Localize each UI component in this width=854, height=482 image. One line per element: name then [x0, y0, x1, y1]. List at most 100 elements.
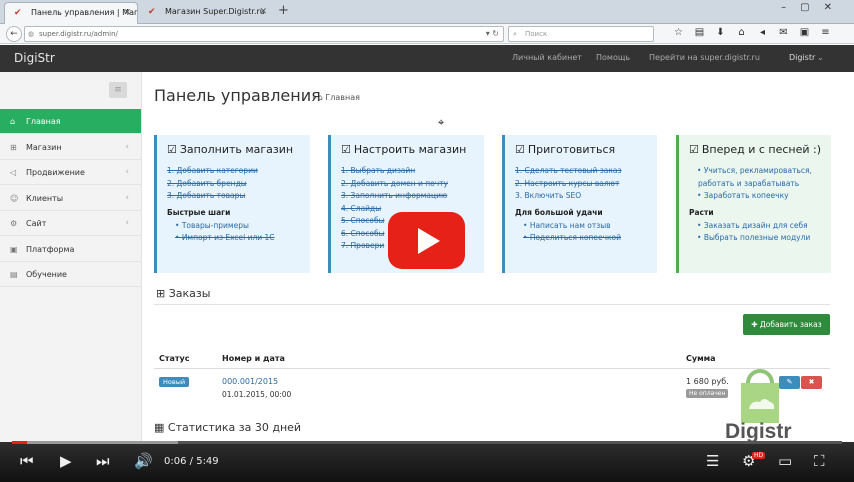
- brand-logo[interactable]: DigiStr: [14, 51, 55, 65]
- youtube-play-button[interactable]: [388, 212, 465, 269]
- card-fill-shop: ☑ Заполнить магазин 1. Добавить категории…: [154, 135, 310, 273]
- card-quick-link-text: Импорт из Excel или 1С: [181, 233, 275, 242]
- chevron-down-icon[interactable]: ⌄: [817, 53, 824, 62]
- card-quick-link[interactable]: • Импорт из Excel или 1С: [167, 232, 310, 245]
- card-get-ready: ☑ Приготовиться 1. Сделать тестовый заказ…: [502, 135, 657, 273]
- card-title: ☑ Заполнить магазин: [167, 143, 310, 156]
- card-quick-link[interactable]: • Написать нам отзыв: [515, 220, 657, 233]
- fullscreen-icon[interactable]: ⛶: [814, 452, 825, 470]
- subtitles-icon[interactable]: ☰: [706, 452, 719, 470]
- close-tab-icon[interactable]: ✕: [259, 2, 267, 22]
- card-quick-link-text: Товары-примеры: [181, 220, 249, 230]
- card-title: ☑ Вперед и с песней :): [689, 143, 831, 156]
- card-step-link[interactable]: 2. Настроить курсы валют: [515, 178, 657, 191]
- browser-tab-shop[interactable]: ✔ Магазин Super.Digistr.ru ✕: [139, 2, 273, 24]
- header-link-help[interactable]: Помощь: [596, 53, 630, 62]
- search-icon: ⌕: [513, 30, 517, 38]
- theater-mode-icon[interactable]: ▭: [778, 452, 792, 470]
- card-step-link[interactable]: 3. Заполнить информацию: [341, 190, 484, 203]
- chevron-left-icon: ‹: [125, 167, 129, 177]
- pocket-icon[interactable]: ▣: [794, 27, 815, 38]
- downloads-icon[interactable]: ⬇: [710, 27, 731, 38]
- card-step-link[interactable]: 2. Добавить домен и почту: [341, 178, 484, 191]
- reading-list-icon[interactable]: ▤: [689, 27, 710, 38]
- sidebar-item-site[interactable]: ⚙ Сайт ‹: [0, 211, 141, 236]
- next-icon[interactable]: ⏭: [96, 452, 110, 470]
- card-step-link[interactable]: 1. Добавить категории: [167, 165, 310, 178]
- card-step-link[interactable]: 1. Выбрать дизайн: [341, 165, 484, 178]
- card-step-link[interactable]: 1. Сделать тестовый заказ: [515, 165, 657, 178]
- card-title-text: Заполнить магазин: [179, 143, 294, 156]
- sidebar-item-home[interactable]: ⌂ Главная: [0, 109, 141, 134]
- cart-icon: ⊞: [10, 143, 17, 152]
- share-icon[interactable]: ◂: [752, 27, 773, 38]
- card-step-link[interactable]: • Заработать копеечку: [689, 190, 831, 203]
- new-tab-icon[interactable]: +: [278, 3, 289, 18]
- book-icon: ▤: [10, 270, 18, 279]
- browser-search-input[interactable]: ⌕ Поиск: [508, 26, 654, 42]
- card-quick-link[interactable]: • Товары-примеры: [167, 220, 310, 233]
- sidebar-item-label: Платформа: [26, 245, 75, 254]
- chevron-left-icon: ‹: [125, 142, 129, 152]
- card-step-link[interactable]: работать и зарабатывать: [689, 178, 831, 191]
- browser-tab-admin[interactable]: ✔ Панель управления | Мага... ✕: [4, 2, 138, 24]
- users-icon: ☺: [10, 194, 19, 203]
- add-order-label: Добавить заказ: [759, 320, 822, 329]
- sidebar-item-promotion[interactable]: ◁ Продвижение ‹: [0, 160, 141, 185]
- card-step-link[interactable]: • Учиться, рекламироваться,: [689, 165, 831, 178]
- page-title: Панель управления: [154, 86, 321, 105]
- status-badge: Новый: [159, 377, 190, 387]
- url-text: super.digistr.ru/admin/: [39, 30, 118, 38]
- card-quick-link[interactable]: • Выбрать полезные модули: [689, 232, 831, 245]
- divider: [154, 304, 830, 305]
- card-quick-link-text: Заказать дизайн для себя: [703, 220, 808, 230]
- bookmark-star-icon[interactable]: ☆: [668, 27, 689, 38]
- digistr-favicon-icon: ✔: [148, 7, 156, 17]
- sidebar-item-shop[interactable]: ⊞ Магазин ‹: [0, 135, 141, 160]
- extension-icon[interactable]: ✉: [773, 27, 794, 38]
- card-title-text: Приготовиться: [527, 143, 616, 156]
- card-step-link[interactable]: 3. Добавить товары: [167, 190, 310, 203]
- add-order-button[interactable]: ✚ Добавить заказ: [743, 314, 830, 335]
- header-link-account[interactable]: Личный кабинет: [512, 53, 582, 62]
- reload-icon[interactable]: ▾ ↻: [486, 27, 499, 41]
- header-link-storefront[interactable]: Перейти на super.digistr.ru: [649, 53, 760, 62]
- menu-toggle-icon[interactable]: ≡: [109, 82, 127, 98]
- cart-icon: ⊞: [156, 287, 166, 300]
- video-player-controls: [0, 442, 854, 482]
- card-quick-link-text: Поделиться копеечкой: [529, 233, 621, 242]
- card-step-link-text: Учиться, рекламироваться,: [703, 166, 812, 175]
- card-quick-link[interactable]: • Поделиться копеечкой: [515, 232, 657, 245]
- sidebar-item-platform[interactable]: ▣ Платформа: [0, 237, 141, 262]
- card-step-link[interactable]: 3. Включить SEO: [515, 190, 657, 203]
- checkbox-icon: ☑: [515, 143, 525, 156]
- order-date: 01.01.2015, 00:00: [222, 390, 292, 399]
- card-quick-link[interactable]: • Заказать дизайн для себя: [689, 220, 831, 233]
- play-icon[interactable]: ▶: [60, 452, 72, 470]
- video-played-bar: [12, 441, 27, 444]
- sidebar-item-learning[interactable]: ▤ Обучение: [0, 262, 141, 287]
- window-controls[interactable]: –▢✕: [781, 2, 846, 13]
- card-step-link[interactable]: 2. Добавить бренды: [167, 178, 310, 191]
- close-tab-icon[interactable]: ✕: [123, 3, 131, 23]
- volume-icon[interactable]: 🔊: [134, 452, 153, 470]
- sidebar-item-label: Главная: [26, 117, 61, 126]
- browser-toolbar: ☆ ▤ ⬇ ⌂ ◂ ✉ ▣ ≡: [668, 27, 836, 38]
- hd-badge: HD: [752, 452, 766, 459]
- previous-icon[interactable]: ⏮: [20, 452, 34, 470]
- menu-icon[interactable]: ≡: [815, 27, 836, 38]
- card-quick-link-text: Написать нам отзыв: [529, 220, 611, 230]
- url-bar[interactable]: ◍ super.digistr.ru/admin/ ▾ ↻: [24, 26, 504, 42]
- order-number-link[interactable]: 000.001/2015: [222, 377, 278, 386]
- card-go-forward: ☑ Вперед и с песней :) • Учиться, реклами…: [676, 135, 831, 273]
- header-user-menu[interactable]: Digistr: [789, 53, 815, 62]
- home-icon[interactable]: ⌂: [731, 27, 752, 38]
- breadcrumb-home-link[interactable]: Главная: [325, 93, 360, 102]
- sidebar-item-clients[interactable]: ☺ Клиенты ‹: [0, 186, 141, 211]
- video-buffer-bar: [12, 441, 178, 444]
- mouse-cursor-icon: ⌖: [438, 116, 445, 129]
- globe-icon: ◍: [28, 30, 35, 38]
- cogs-icon: ⚙: [10, 219, 18, 228]
- card-subtitle: Быстрые шаги: [167, 207, 231, 217]
- back-arrow-icon[interactable]: ←: [6, 26, 22, 42]
